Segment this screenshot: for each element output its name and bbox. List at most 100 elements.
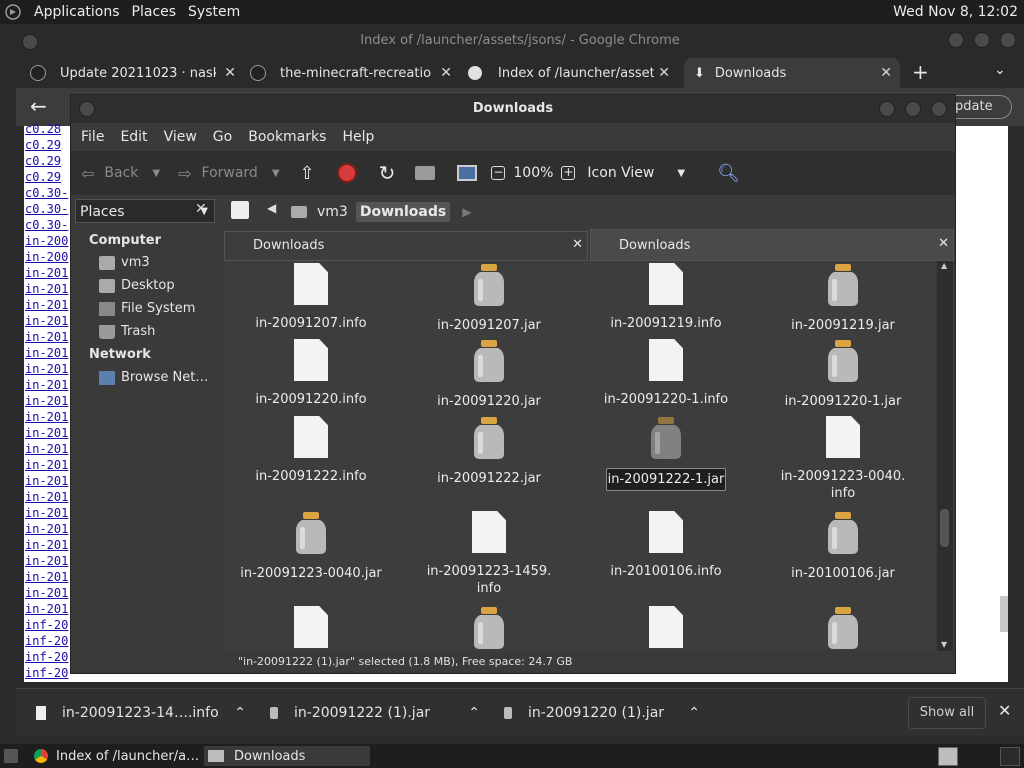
chrome-window-menu-button[interactable] bbox=[22, 34, 38, 50]
jar-file-item[interactable] bbox=[409, 606, 569, 651]
jar-file-item[interactable]: in-20091222-1.jar bbox=[586, 416, 746, 491]
info-file-item[interactable] bbox=[586, 606, 746, 651]
sidebar-item-browse-network[interactable]: Browse Net… bbox=[99, 370, 208, 385]
back-button[interactable]: ⇦ Back ▼ bbox=[81, 164, 160, 183]
system-menu[interactable]: System bbox=[188, 4, 240, 20]
file-link[interactable]: in-200 bbox=[25, 234, 68, 248]
clock[interactable]: Wed Nov 8, 12:02 bbox=[893, 4, 1018, 20]
download-item[interactable]: in-20091223-14….info ⌃ bbox=[36, 697, 246, 729]
breadcrumb-item[interactable]: vm3 bbox=[317, 204, 348, 220]
file-link[interactable]: c0.28 bbox=[25, 122, 61, 136]
reload-icon[interactable]: ↻ bbox=[379, 161, 396, 185]
file-link[interactable]: in-201 bbox=[25, 378, 68, 392]
sidebar-item-trash[interactable]: Trash bbox=[99, 324, 155, 339]
sidebar-item-desktop[interactable]: Desktop bbox=[99, 278, 175, 293]
file-link[interactable]: in-201 bbox=[25, 298, 68, 312]
fm-maximize-button[interactable] bbox=[905, 101, 921, 117]
jar-file-item[interactable]: in-20091219.jar bbox=[763, 263, 923, 334]
file-link[interactable]: inf-20 bbox=[25, 666, 68, 680]
breadcrumb-item-current[interactable]: Downloads bbox=[355, 202, 451, 222]
show-all-button[interactable]: Show all bbox=[908, 697, 986, 729]
taskbar-item-chrome[interactable]: Index of /launcher/a… bbox=[34, 746, 200, 766]
file-link[interactable]: c0.29 bbox=[25, 138, 61, 152]
file-link[interactable]: in-201 bbox=[25, 314, 68, 328]
places-selector[interactable]: Places ▼ bbox=[75, 199, 215, 223]
file-link[interactable]: in-201 bbox=[25, 458, 68, 472]
file-link[interactable]: inf-20 bbox=[25, 634, 68, 648]
file-link[interactable]: in-201 bbox=[25, 442, 68, 456]
fm-minimize-button[interactable] bbox=[879, 101, 895, 117]
tab-minecraft-recreation[interactable]: the-minecraft-recreation- ✕ bbox=[250, 58, 460, 88]
home-folder-icon[interactable] bbox=[415, 166, 436, 180]
page-scrollbar-thumb[interactable] bbox=[1000, 596, 1008, 632]
taskbar-item-downloads[interactable]: Downloads bbox=[204, 746, 370, 766]
file-link[interactable]: c0.29 bbox=[25, 170, 61, 184]
edit-location-icon[interactable] bbox=[231, 201, 249, 219]
back-history-chevron-icon[interactable]: ▼ bbox=[152, 168, 160, 179]
tab-close-icon[interactable]: ✕ bbox=[880, 65, 892, 81]
file-link[interactable]: in-201 bbox=[25, 330, 68, 344]
file-link[interactable]: in-201 bbox=[25, 362, 68, 376]
zoom-level[interactable]: 100% bbox=[513, 165, 553, 181]
tab-close-icon[interactable]: ✕ bbox=[224, 65, 236, 81]
fm-window-menu-button[interactable] bbox=[79, 101, 95, 117]
file-link[interactable]: in-201 bbox=[25, 282, 68, 296]
file-link[interactable]: in-201 bbox=[25, 602, 68, 616]
right-pane-tab[interactable]: Downloads ✕ bbox=[590, 229, 954, 261]
breadcrumb-left-arrow-icon[interactable]: ◀ bbox=[267, 201, 276, 215]
chrome-minimize-button[interactable] bbox=[948, 32, 964, 48]
menu-view[interactable]: View bbox=[164, 129, 197, 145]
file-link[interactable]: inf-20 bbox=[25, 650, 68, 664]
forward-history-chevron-icon[interactable]: ▼ bbox=[272, 168, 280, 179]
chevron-up-icon[interactable]: ⌃ bbox=[468, 705, 480, 721]
up-arrow-icon[interactable]: ⇧ bbox=[300, 163, 315, 184]
file-link[interactable]: in-201 bbox=[25, 538, 68, 552]
jar-file-item[interactable]: in-20091220-1.jar bbox=[763, 339, 923, 410]
jar-file-item[interactable] bbox=[763, 606, 923, 651]
computer-icon[interactable] bbox=[457, 165, 478, 181]
file-link[interactable]: c0.30- bbox=[25, 186, 68, 200]
workspace-switcher[interactable] bbox=[938, 747, 958, 766]
info-file-item[interactable]: in-20091220-1.info bbox=[586, 339, 746, 408]
chrome-maximize-button[interactable] bbox=[974, 32, 990, 48]
back-arrow-icon[interactable]: ← bbox=[30, 94, 47, 118]
info-file-item[interactable]: in-20091220.info bbox=[231, 339, 391, 408]
file-link[interactable]: in-201 bbox=[25, 346, 68, 360]
scroll-up-arrow-icon[interactable]: ▲ bbox=[941, 261, 947, 270]
stop-icon[interactable] bbox=[336, 163, 357, 183]
left-pane-tab[interactable]: Downloads ✕ bbox=[224, 231, 588, 261]
file-link[interactable]: in-201 bbox=[25, 266, 68, 280]
tab-close-icon[interactable]: ✕ bbox=[658, 65, 670, 81]
pane-tab-close-icon[interactable]: ✕ bbox=[572, 237, 583, 252]
menu-go[interactable]: Go bbox=[213, 129, 232, 145]
breadcrumb-right-arrow-icon[interactable]: ▶ bbox=[462, 205, 471, 219]
info-file-item[interactable]: in-20091222.info bbox=[231, 416, 391, 485]
file-link[interactable]: in-201 bbox=[25, 554, 68, 568]
jar-file-item[interactable]: in-20091207.jar bbox=[409, 263, 569, 334]
info-file-item[interactable]: in-20100106.info bbox=[586, 511, 746, 580]
tab-search-chevron-icon[interactable]: ⌄ bbox=[994, 62, 1006, 78]
places-menu[interactable]: Places bbox=[132, 4, 177, 20]
menu-bookmarks[interactable]: Bookmarks bbox=[248, 129, 326, 145]
close-sidebar-icon[interactable]: ✕ bbox=[195, 201, 207, 217]
info-file-item[interactable]: in-20091223-1459. info bbox=[409, 511, 569, 597]
info-file-item[interactable] bbox=[231, 606, 391, 651]
forward-button[interactable]: ⇨ Forward ▼ bbox=[178, 164, 279, 183]
icon-grid-scrollbar[interactable]: ▲ ▼ bbox=[937, 261, 953, 651]
tab-update[interactable]: Update 20211023 · nasko22 ✕ bbox=[30, 58, 244, 88]
file-link[interactable]: in-201 bbox=[25, 474, 68, 488]
file-link[interactable]: in-201 bbox=[25, 394, 68, 408]
file-link[interactable]: in-201 bbox=[25, 426, 68, 440]
file-link[interactable]: c0.30- bbox=[25, 218, 68, 232]
file-link[interactable]: in-201 bbox=[25, 410, 68, 424]
jar-file-item[interactable]: in-20100106.jar bbox=[763, 511, 923, 582]
download-item[interactable]: in-20091222 (1).jar ⌃ bbox=[270, 697, 480, 729]
file-link[interactable]: inf-20 bbox=[25, 618, 68, 632]
scroll-down-arrow-icon[interactable]: ▼ bbox=[941, 640, 947, 649]
jar-file-item[interactable]: in-20091223-0040.jar bbox=[231, 511, 391, 582]
file-link[interactable]: in-201 bbox=[25, 586, 68, 600]
file-link[interactable]: in-201 bbox=[25, 506, 68, 520]
download-item[interactable]: in-20091220 (1).jar ⌃ bbox=[504, 697, 700, 729]
file-link[interactable]: in-201 bbox=[25, 570, 68, 584]
zoom-in-icon[interactable]: + bbox=[561, 166, 576, 180]
